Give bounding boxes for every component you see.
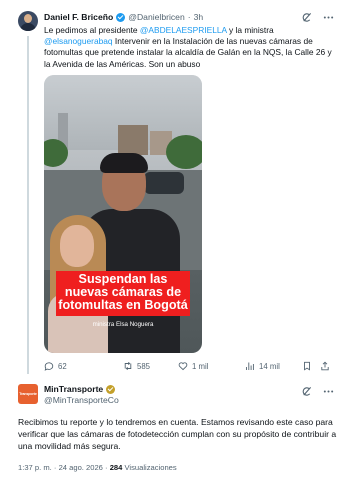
bookmark-icon	[304, 361, 310, 371]
mention-link[interactable]: @elsanoguerabaq	[44, 36, 113, 46]
heart-icon	[178, 362, 188, 371]
tweet1-action-bar: 62 585 1 mil 14 mil	[44, 361, 334, 373]
author-handle[interactable]: @Danielbricen	[128, 12, 185, 22]
views-button[interactable]: 14 mil	[245, 361, 280, 371]
share-button[interactable]	[320, 361, 330, 371]
separator-dot: ·	[53, 463, 57, 472]
post-date[interactable]: 24 ago. 2026	[59, 463, 103, 472]
mention-link[interactable]: @ABDELAESPRIELLA	[140, 25, 227, 35]
retweet-icon	[124, 361, 132, 371]
more-icon[interactable]	[322, 11, 334, 23]
views-count: 14 mil	[259, 361, 280, 371]
grok-icon[interactable]	[300, 11, 312, 23]
tweet-time[interactable]: 3h	[194, 12, 204, 22]
bookmark-button[interactable]	[302, 361, 312, 371]
reply-button[interactable]: 62	[44, 361, 67, 371]
like-button[interactable]: 1 mil	[178, 361, 208, 371]
separator-dot: ·	[187, 12, 191, 22]
thread-connector-line	[27, 36, 29, 374]
retweet-button[interactable]: 585	[123, 361, 150, 371]
thread: Daniel F. Briceño @Danielbricen · 3h Le …	[0, 0, 350, 480]
views-count: 284	[109, 463, 123, 472]
tweet2-meta: 1:37 p. m. · 24 ago. 2026 · 284 Visualiz…	[18, 463, 177, 472]
post-time[interactable]: 1:37 p. m.	[18, 463, 52, 472]
tweet2-header: MinTransporte @MinTransporteCo	[44, 384, 119, 405]
author-handle[interactable]: @MinTransporteCo	[44, 395, 119, 406]
text-segment: Le pedimos al presidente	[44, 25, 140, 35]
grok-icon[interactable]	[300, 385, 312, 397]
tweet1-header: Daniel F. Briceño @Danielbricen · 3h	[44, 12, 203, 22]
video-overlay-text: Suspendan las nuevas cámaras de fotomult…	[56, 271, 190, 316]
verified-badge-icon	[116, 12, 126, 22]
more-icon[interactable]	[322, 385, 334, 397]
tweet1-text: Le pedimos al presidente @ABDELAESPRIELL…	[44, 25, 334, 70]
tweet2-top-actions	[300, 385, 334, 397]
avatar-logo-text: Transporte	[19, 392, 37, 396]
tweet1-top-actions	[300, 11, 334, 23]
tweet2-text: Recibimos tu reporte y lo tendremos en c…	[18, 417, 337, 452]
reply-icon	[44, 362, 54, 371]
text-segment: y la ministra	[226, 25, 274, 35]
retweet-count: 585	[137, 361, 151, 371]
views-icon	[246, 362, 254, 370]
avatar-daniel[interactable]	[18, 11, 38, 31]
author-name[interactable]: Daniel F. Briceño	[44, 12, 113, 22]
avatar-mintransporte[interactable]: Transporte	[18, 384, 38, 404]
separator-dot: ·	[105, 463, 108, 472]
reply-count: 62	[58, 361, 67, 371]
video-caption: ministra Elsa Noguera	[92, 321, 154, 328]
tweet1-video[interactable]: Suspendan las nuevas cámaras de fotomult…	[44, 75, 202, 353]
like-count: 1 mil	[192, 361, 209, 371]
share-icon	[321, 361, 329, 371]
views-label: Visualizaciones	[124, 463, 177, 472]
verified-badge-icon	[106, 384, 116, 394]
author-name[interactable]: MinTransporte	[44, 384, 103, 395]
